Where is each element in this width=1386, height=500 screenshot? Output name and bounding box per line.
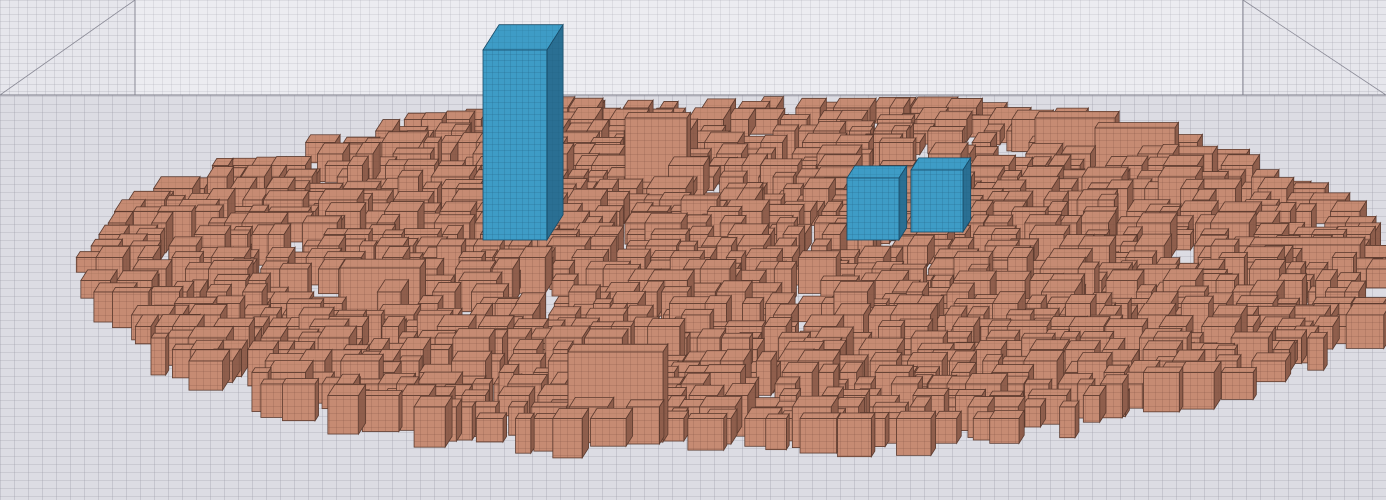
building-block — [1251, 351, 1292, 384]
building-block — [413, 394, 453, 449]
building-block — [1142, 365, 1184, 414]
building-block — [1220, 366, 1258, 401]
highlighted-building-tall-tower — [482, 23, 564, 242]
building-block — [687, 412, 728, 452]
building-block — [755, 350, 778, 397]
building-block — [518, 245, 553, 295]
highlighted-building-tower-b-right — [910, 156, 972, 234]
building-block — [1082, 384, 1107, 424]
urban-mesh-scene — [0, 0, 1386, 500]
mesh-viewport[interactable] — [0, 0, 1386, 500]
building-block — [188, 348, 231, 392]
building-block — [514, 411, 535, 455]
building-block — [1058, 399, 1080, 440]
domain-back-wall — [0, 0, 1386, 95]
building-block — [589, 406, 634, 448]
building-block — [361, 389, 403, 433]
building-block — [895, 409, 937, 457]
building-block — [552, 407, 590, 460]
building-block — [327, 383, 367, 436]
building-block — [1178, 360, 1222, 411]
building-block — [150, 331, 170, 377]
building-block — [906, 233, 936, 268]
building-block — [1021, 397, 1047, 429]
building-block — [836, 411, 876, 459]
building-block — [799, 411, 841, 455]
building-block — [765, 412, 790, 452]
building-block — [1307, 331, 1328, 372]
building-block — [475, 411, 508, 444]
building-block — [934, 409, 962, 445]
building-block — [281, 377, 320, 423]
building-block — [988, 408, 1025, 445]
highlighted-building-tower-b-left — [846, 164, 908, 242]
building-block — [1345, 303, 1386, 350]
